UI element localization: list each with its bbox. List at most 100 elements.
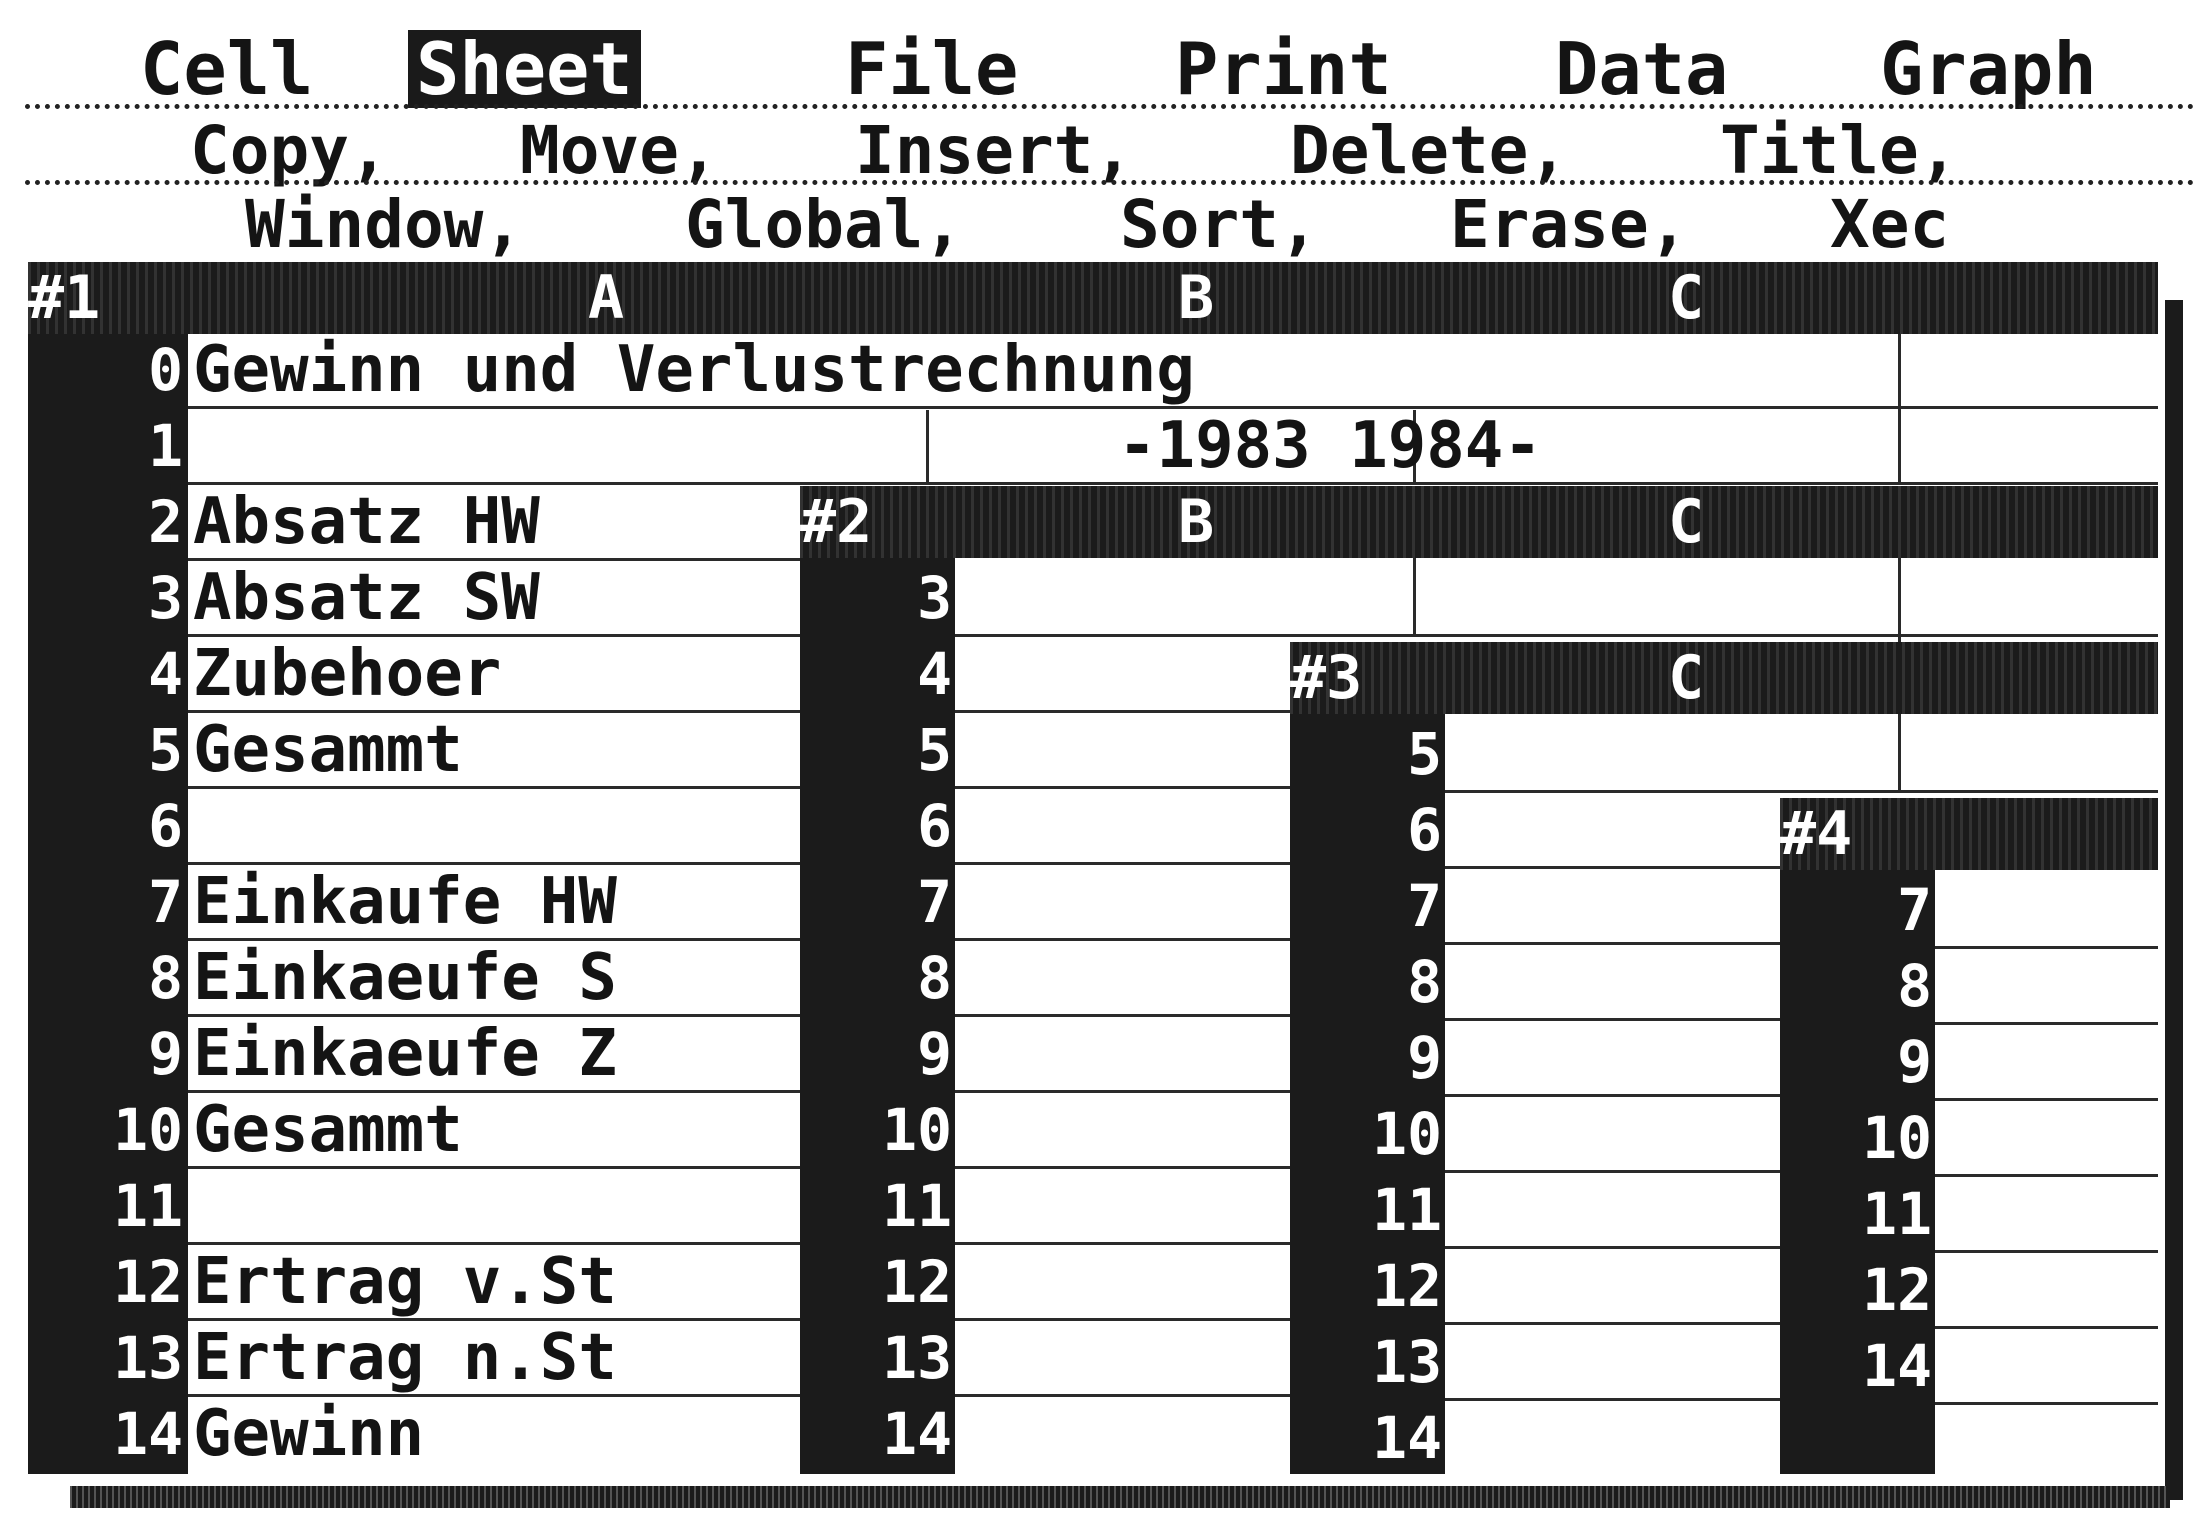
row-number[interactable]: 7 (1290, 870, 1442, 942)
window-number: #3 (1290, 643, 1363, 713)
grid-line (188, 1394, 828, 1397)
menu-divider (25, 104, 2195, 109)
window-right-edge (2165, 300, 2183, 1500)
submenu-line-1: Copy, Move, Insert, Delete, Title, (0, 114, 2209, 188)
cell-a0[interactable]: Gewinn und Verlustrechnung (193, 334, 1195, 406)
cell-a7[interactable]: Einkaufe HW (193, 866, 823, 938)
row-number[interactable]: 9 (28, 1018, 183, 1090)
row-number[interactable]: 5 (28, 714, 183, 786)
grid-line (188, 634, 828, 637)
row-number[interactable]: 6 (1290, 794, 1442, 866)
column-header-a[interactable]: A (588, 262, 624, 334)
cell-b1[interactable]: -1983 1984- (1118, 410, 1542, 482)
row-number[interactable]: 3 (800, 562, 952, 634)
submenu-delete[interactable]: Delete, (1290, 114, 1568, 188)
submenu-divider (25, 180, 2195, 185)
row-number[interactable]: 7 (28, 866, 183, 938)
row-number[interactable]: 12 (1780, 1254, 1932, 1326)
submenu-window[interactable]: Window, (245, 188, 523, 262)
row-number[interactable]: 1 (28, 410, 183, 482)
column-header-b[interactable]: B (1178, 262, 1214, 334)
menu-sheet[interactable]: Sheet (408, 30, 641, 108)
grid-line (188, 1090, 828, 1093)
row-number[interactable]: 11 (800, 1170, 952, 1242)
row-number[interactable]: 10 (1290, 1098, 1442, 1170)
row-number[interactable]: 11 (28, 1170, 183, 1242)
row-number[interactable]: 8 (1290, 946, 1442, 1018)
row-number[interactable]: 9 (800, 1018, 952, 1090)
cell-a3[interactable]: Absatz SW (193, 562, 823, 634)
grid-line (1935, 1402, 2158, 1405)
menu-print[interactable]: Print (1175, 30, 1392, 108)
row-number[interactable]: 9 (1290, 1022, 1442, 1094)
cell-a8[interactable]: Einkaeufe S (193, 942, 823, 1014)
row-number[interactable]: 11 (1780, 1178, 1932, 1250)
row-number[interactable]: 2 (28, 486, 183, 558)
row-number[interactable]: 10 (800, 1094, 952, 1166)
cell-a2[interactable]: Absatz HW (193, 486, 823, 558)
row-number[interactable]: 14 (28, 1398, 183, 1470)
row-number[interactable]: 6 (800, 790, 952, 862)
row-number[interactable]: 10 (1780, 1102, 1932, 1174)
sheet-window-4[interactable]: #4 7 8 9 10 11 12 14 (1780, 798, 2158, 1474)
menu-cell[interactable]: Cell (140, 30, 313, 108)
submenu-xec[interactable]: Xec (1830, 188, 1949, 262)
row-number[interactable]: 14 (800, 1398, 952, 1470)
menu-file[interactable]: File (845, 30, 1018, 108)
column-header-c[interactable]: C (1668, 642, 1704, 714)
row-number[interactable]: 5 (800, 714, 952, 786)
menu-data[interactable]: Data (1555, 30, 1728, 108)
submenu-insert[interactable]: Insert, (855, 114, 1133, 188)
row-number[interactable]: 8 (1780, 950, 1932, 1022)
column-header-c[interactable]: C (1668, 486, 1704, 558)
row-number[interactable]: 9 (1780, 1026, 1932, 1098)
row-number[interactable]: 14 (1780, 1330, 1932, 1402)
grid-line (955, 634, 2158, 637)
row-number[interactable]: 10 (28, 1094, 183, 1166)
row-number[interactable]: 8 (800, 942, 952, 1014)
grid-line (1935, 1098, 2158, 1101)
row-number[interactable]: 14 (1290, 1402, 1442, 1474)
row-number[interactable]: 8 (28, 942, 183, 1014)
row-number[interactable]: 12 (1290, 1250, 1442, 1322)
row-number[interactable]: 0 (28, 334, 183, 406)
cell-a5[interactable]: Gesammt (193, 714, 823, 786)
row-number[interactable]: 12 (28, 1246, 183, 1318)
submenu-move[interactable]: Move, (520, 114, 719, 188)
grid-line (188, 786, 828, 789)
row-number[interactable]: 13 (1290, 1326, 1442, 1398)
row-number[interactable]: 11 (1290, 1174, 1442, 1246)
submenu-copy[interactable]: Copy, (190, 114, 389, 188)
column-header-b[interactable]: B (1178, 486, 1214, 558)
cell-a9[interactable]: Einkaeufe Z (193, 1018, 823, 1090)
row-number[interactable]: 4 (28, 638, 183, 710)
row-number[interactable]: 3 (28, 562, 183, 634)
cell-a12[interactable]: Ertrag v.St (193, 1246, 823, 1318)
window-number: #2 (800, 487, 873, 557)
grid-line (188, 1318, 828, 1321)
row-number[interactable]: 12 (800, 1246, 952, 1318)
cell-a4[interactable]: Zubehoer (193, 638, 823, 710)
row-number[interactable]: 13 (28, 1322, 183, 1394)
row-number[interactable]: 4 (800, 638, 952, 710)
cell-a13[interactable]: Ertrag n.St (193, 1322, 823, 1394)
window-number: #4 (1780, 799, 1853, 869)
column-header-bar (1290, 642, 2158, 714)
submenu-sort[interactable]: Sort, (1120, 188, 1319, 262)
grid-line (926, 410, 929, 482)
submenu-erase[interactable]: Erase, (1450, 188, 1688, 262)
row-number[interactable]: 13 (800, 1322, 952, 1394)
submenu-global[interactable]: Global, (685, 188, 963, 262)
column-header-bar (28, 262, 2158, 334)
cell-a10[interactable]: Gesammt (193, 1094, 823, 1166)
row-number[interactable]: 7 (800, 866, 952, 938)
submenu-title[interactable]: Title, (1720, 114, 1958, 188)
grid-line (1935, 1174, 2158, 1177)
menu-graph[interactable]: Graph (1880, 30, 2097, 108)
column-header-c[interactable]: C (1668, 262, 1704, 334)
row-number[interactable]: 7 (1780, 874, 1932, 946)
grid-line (188, 558, 828, 561)
row-number[interactable]: 6 (28, 790, 183, 862)
cell-a14[interactable]: Gewinn (193, 1398, 823, 1470)
row-number[interactable]: 5 (1290, 718, 1442, 790)
